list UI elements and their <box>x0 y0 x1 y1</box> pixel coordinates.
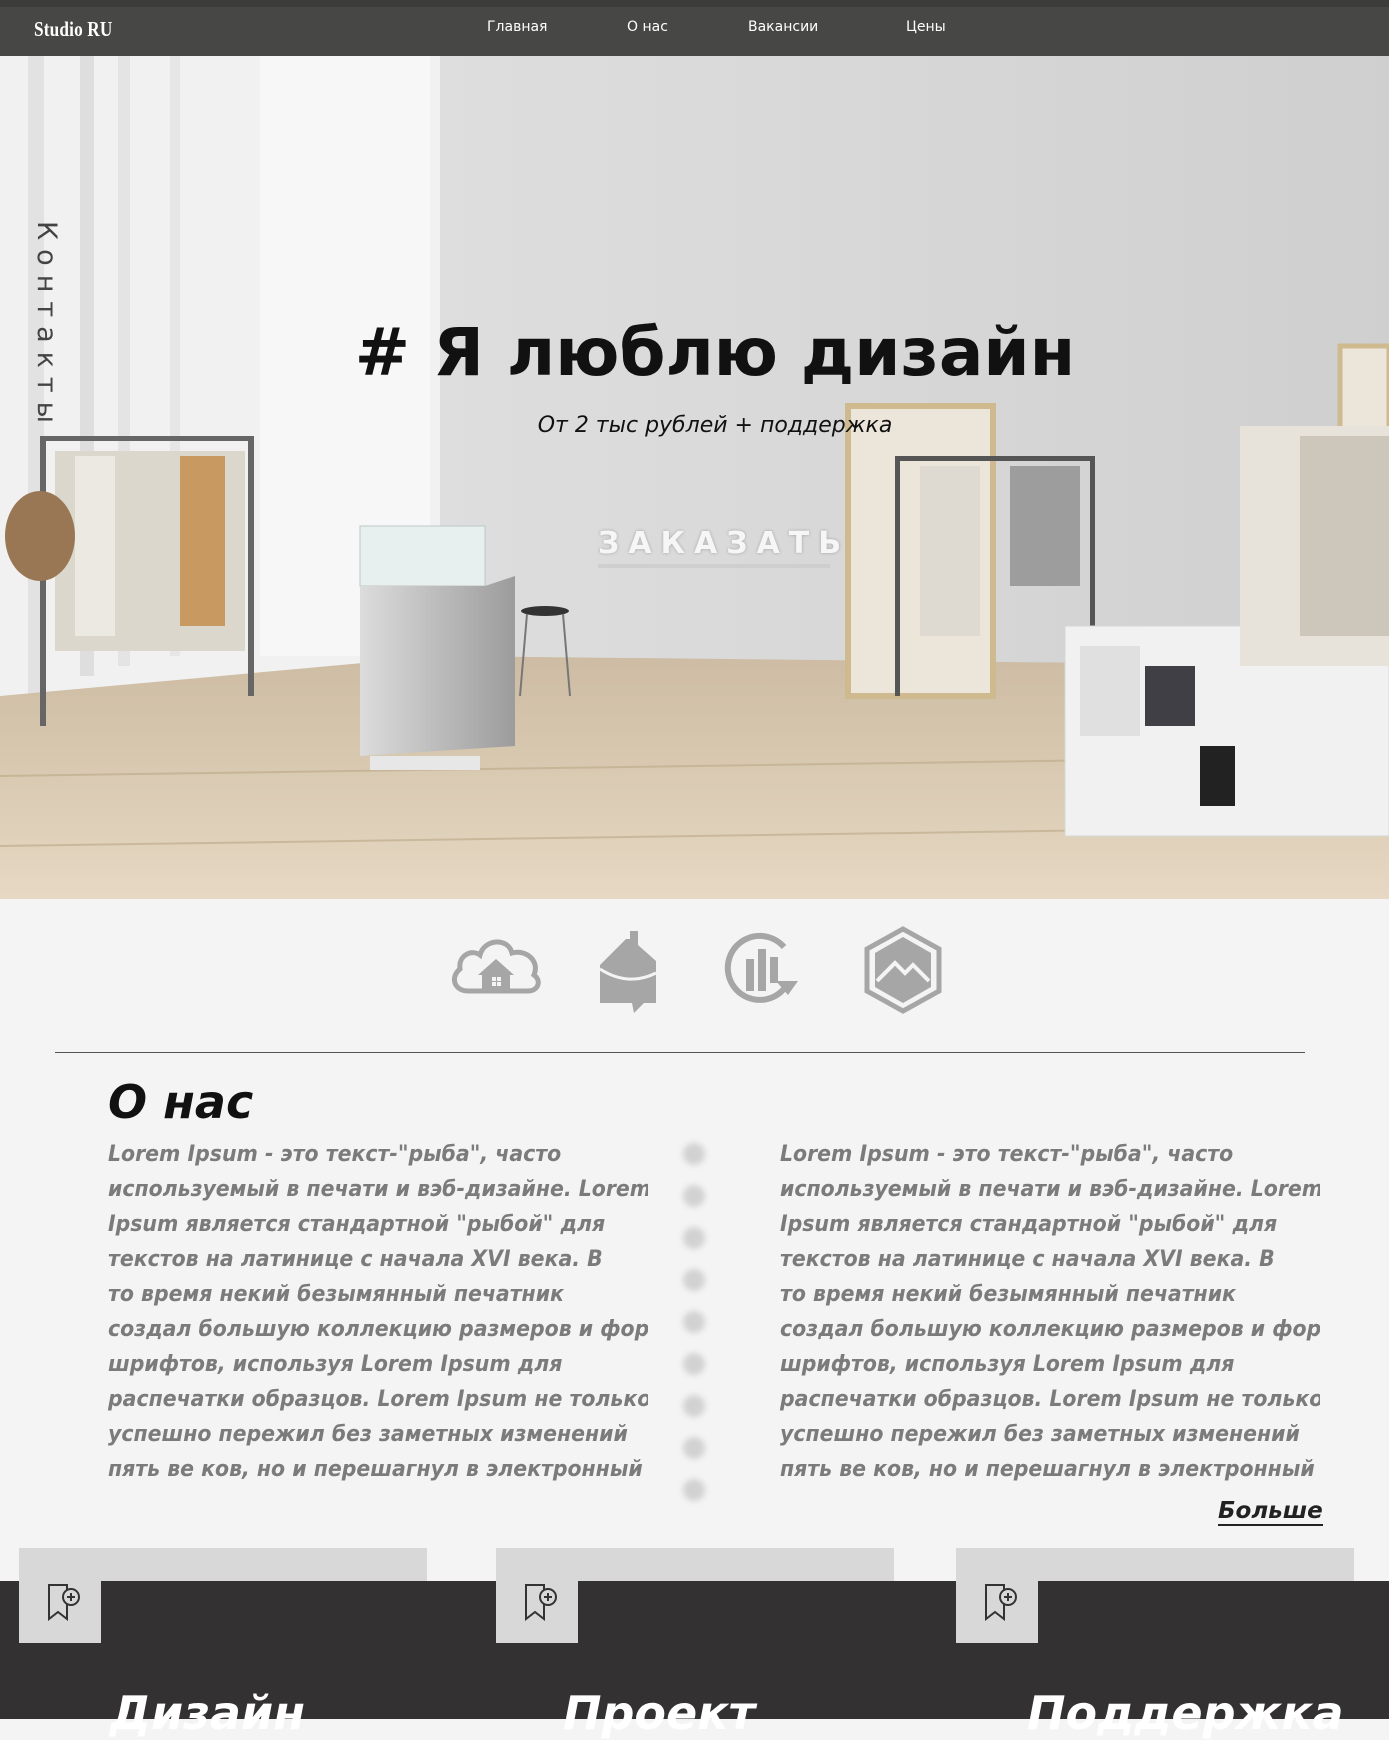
card-support-title[interactable]: Поддержка <box>1027 1686 1344 1740</box>
about-right-line: текстов на латинице с начала XVI века. В <box>780 1247 1275 1272</box>
order-button[interactable]: ЗАКАЗАТЬ <box>598 526 841 568</box>
about-right-line: Lorem Ipsum - это текст-"рыба", часто <box>780 1142 1234 1167</box>
about-left-line: успешно пережил без заметных изменений <box>108 1422 628 1447</box>
card-project-header <box>496 1548 894 1581</box>
about-text-right: Lorem Ipsum - это текст-"рыба", часто ис… <box>780 1137 1320 1487</box>
cloud-home-icon <box>448 925 544 1015</box>
bookmark-add-icon <box>525 1584 557 1621</box>
hero-section: Контакты # Я люблю дизайн От 2 тыс рубле… <box>0 56 1389 899</box>
about-left-line: создал большую коллекцию размеров и форм <box>108 1317 648 1342</box>
about-right-line: пять ве ков, но и перешагнул в электронн… <box>780 1457 1315 1482</box>
about-left-line: Lorem Ipsum - это текст-"рыба", часто <box>108 1142 562 1167</box>
logo[interactable]: Studio RU <box>34 17 113 42</box>
about-left-line: шрифтов, используя Lorem Ipsum для <box>108 1352 563 1377</box>
nav-item-about[interactable]: О нас <box>627 19 668 35</box>
about-title: О нас <box>108 1075 254 1129</box>
card-design-icon-box[interactable] <box>19 1581 101 1643</box>
about-text-left: Lorem Ipsum - это текст-"рыба", часто ис… <box>108 1137 648 1487</box>
more-link[interactable]: Больше <box>1218 1498 1323 1526</box>
hero-title: # Я люблю дизайн <box>0 314 1389 391</box>
card-design-header <box>19 1548 427 1581</box>
about-left-line: Ipsum является стандартной "рыбой" для <box>108 1212 606 1237</box>
top-navbar: Studio RU Главная О нас Вакансии Цены <box>0 0 1389 56</box>
about-left-line: пять ве ков, но и перешагнул в электронн… <box>108 1457 643 1482</box>
hero-title-hash: # <box>354 314 411 391</box>
about-right-line: распечатки образцов. Lorem Ipsum не толь… <box>780 1387 1320 1412</box>
card-project-title[interactable]: Проект <box>563 1686 755 1740</box>
card-support-header <box>956 1548 1354 1581</box>
section-divider <box>55 1052 1305 1053</box>
card-project-icon-box[interactable] <box>496 1581 578 1643</box>
about-right-line: успешно пережил без заметных изменений <box>780 1422 1300 1447</box>
nav-item-home[interactable]: Главная <box>487 19 547 35</box>
refresh-chart-icon <box>718 925 814 1015</box>
nav-item-vacancies[interactable]: Вакансии <box>748 19 818 35</box>
about-right-line: то время некий безымянный печатник <box>780 1282 1236 1307</box>
bookmark-add-icon <box>985 1584 1017 1621</box>
card-support-icon-box[interactable] <box>956 1581 1038 1643</box>
about-right-line: Ipsum является стандартной "рыбой" для <box>780 1212 1278 1237</box>
nav-item-prices[interactable]: Цены <box>906 19 946 35</box>
about-right-line: шрифтов, используя Lorem Ipsum для <box>780 1352 1235 1377</box>
about-left-line: текстов на латинице с начала XVI века. В <box>108 1247 603 1272</box>
about-right-line: создал большую коллекцию размеров и форм <box>780 1317 1320 1342</box>
about-left-line: то время некий безымянный печатник <box>108 1282 564 1307</box>
bookmark-add-icon <box>48 1584 80 1621</box>
hero-background-image <box>0 56 1389 899</box>
house-arrow-icon <box>588 925 684 1015</box>
about-left-line: распечатки образцов. Lorem Ipsum не толь… <box>108 1387 648 1412</box>
decorative-dots <box>683 1143 705 1521</box>
hexagon-mountain-icon <box>855 925 951 1015</box>
card-design-title[interactable]: Дизайн <box>110 1686 305 1740</box>
about-left-line: используемый в печати и вэб-дизайне. Lor… <box>108 1177 648 1202</box>
hero-title-text: Я люблю дизайн <box>433 314 1076 391</box>
hero-subtitle: От 2 тыс рублей + поддержка <box>537 413 893 438</box>
about-right-line: используемый в печати и вэб-дизайне. Lor… <box>780 1177 1320 1202</box>
